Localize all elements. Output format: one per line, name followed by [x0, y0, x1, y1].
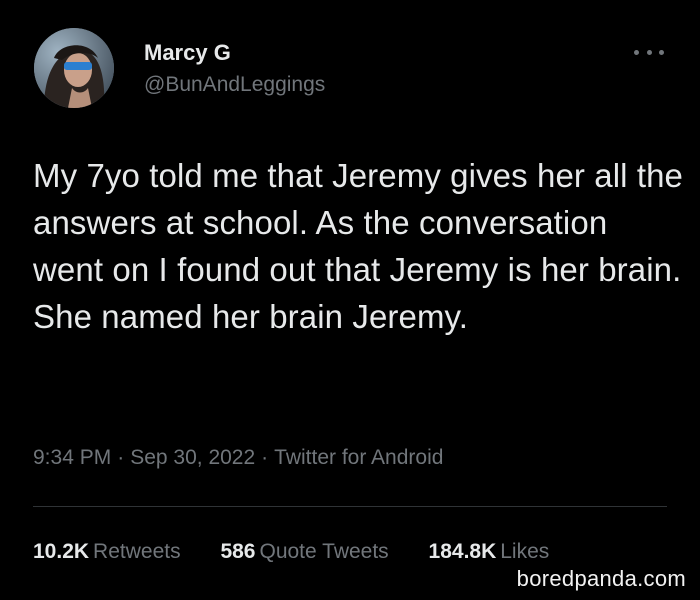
watermark: boredpanda.com [516, 566, 686, 591]
more-options-icon[interactable] [634, 42, 664, 62]
quote-tweets-count: 586 [220, 540, 256, 563]
quote-tweets-label: Quote Tweets [259, 540, 389, 563]
meta-separator: · [261, 446, 269, 469]
author-display-name[interactable]: Marcy G [144, 40, 325, 66]
meta-separator: · [117, 446, 125, 469]
retweets-count: 10.2K [33, 540, 90, 563]
tweet-source[interactable]: Twitter for Android [274, 446, 443, 469]
tweet-stats: 10.2K Retweets 586 Quote Tweets 184.8K Like… [33, 540, 583, 564]
dot [659, 49, 664, 55]
avatar-image [34, 28, 114, 108]
avatar[interactable] [34, 28, 114, 108]
likes-count: 184.8K [428, 540, 497, 563]
author-names: Marcy G @BunAndLeggings [144, 40, 325, 100]
likes-label: Likes [500, 540, 550, 563]
tweet-time[interactable]: 9:34 PM [33, 446, 111, 469]
tweet-date[interactable]: Sep 30, 2022 [130, 446, 255, 469]
author-handle[interactable]: @BunAndLeggings [144, 70, 325, 100]
tweet-text: My 7yo told me that Jeremy gives her all… [33, 157, 684, 335]
quote-tweets-stat[interactable]: 586 Quote Tweets [220, 540, 388, 563]
dot [646, 49, 652, 55]
tweet-header: Marcy G @BunAndLeggings [34, 28, 674, 108]
retweets-label: Retweets [93, 540, 181, 563]
dot [634, 49, 639, 55]
divider [33, 506, 667, 507]
tweet-meta: 9:34 PM · Sep 30, 2022 · Twitter for Android [33, 446, 443, 470]
likes-stat[interactable]: 184.8K Likes [429, 540, 550, 563]
retweets-stat[interactable]: 10.2K Retweets [33, 540, 181, 563]
